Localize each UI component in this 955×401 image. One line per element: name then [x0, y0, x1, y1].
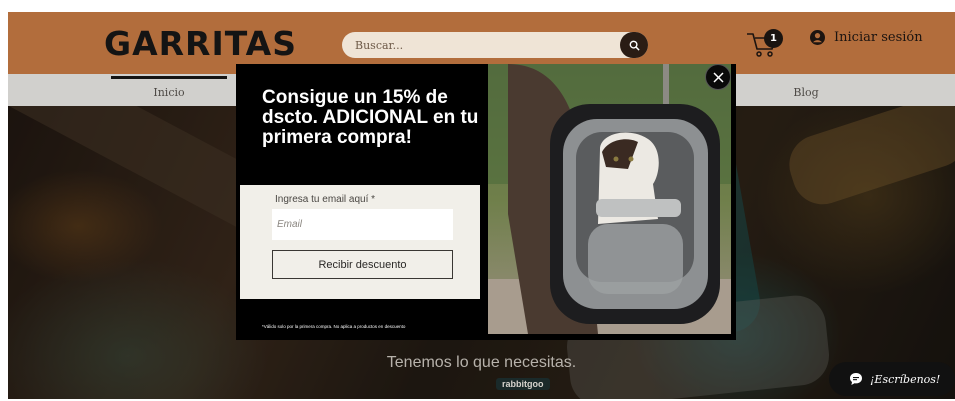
- search-bar[interactable]: [342, 32, 648, 58]
- cart-count-badge: 1: [764, 29, 783, 48]
- chat-label: ¡Escríbenos!: [870, 372, 941, 386]
- hero-decor: [781, 106, 955, 213]
- close-popup-button[interactable]: [705, 64, 731, 90]
- nav-item-inicio[interactable]: Inicio: [111, 74, 227, 106]
- hero-caption: Tenemos lo que necesitas.: [386, 354, 577, 371]
- cat-backpack-photo: [488, 64, 731, 334]
- discount-popup: Consigue un 15% de dscto. ADICIONAL en t…: [236, 64, 736, 340]
- close-icon: [712, 71, 724, 83]
- search-button[interactable]: [620, 32, 648, 58]
- email-field[interactable]: [272, 209, 453, 240]
- email-label: Ingresa tu email aquí *: [275, 194, 376, 205]
- brand-logo[interactable]: GARRITAS: [104, 26, 297, 62]
- search-input[interactable]: [342, 32, 620, 58]
- chat-button[interactable]: ¡Escríbenos!: [829, 362, 955, 396]
- nav-item-blog[interactable]: Blog: [748, 74, 864, 106]
- hero-brand-tag: rabbitgoo: [496, 378, 550, 390]
- search-icon: [629, 40, 640, 51]
- user-icon: [810, 30, 825, 45]
- email-form: Ingresa tu email aquí * Recibir descuent…: [240, 185, 480, 299]
- disclaimer-text: *Válido solo por la primera compra. No a…: [262, 324, 406, 329]
- popup-title: Consigue un 15% de dscto. ADICIONAL en t…: [262, 87, 479, 148]
- login-label: Iniciar sesión: [834, 30, 923, 45]
- get-discount-button[interactable]: Recibir descuento: [272, 250, 453, 279]
- chat-bubble-icon: [850, 373, 862, 385]
- login-link[interactable]: Iniciar sesión: [810, 30, 923, 45]
